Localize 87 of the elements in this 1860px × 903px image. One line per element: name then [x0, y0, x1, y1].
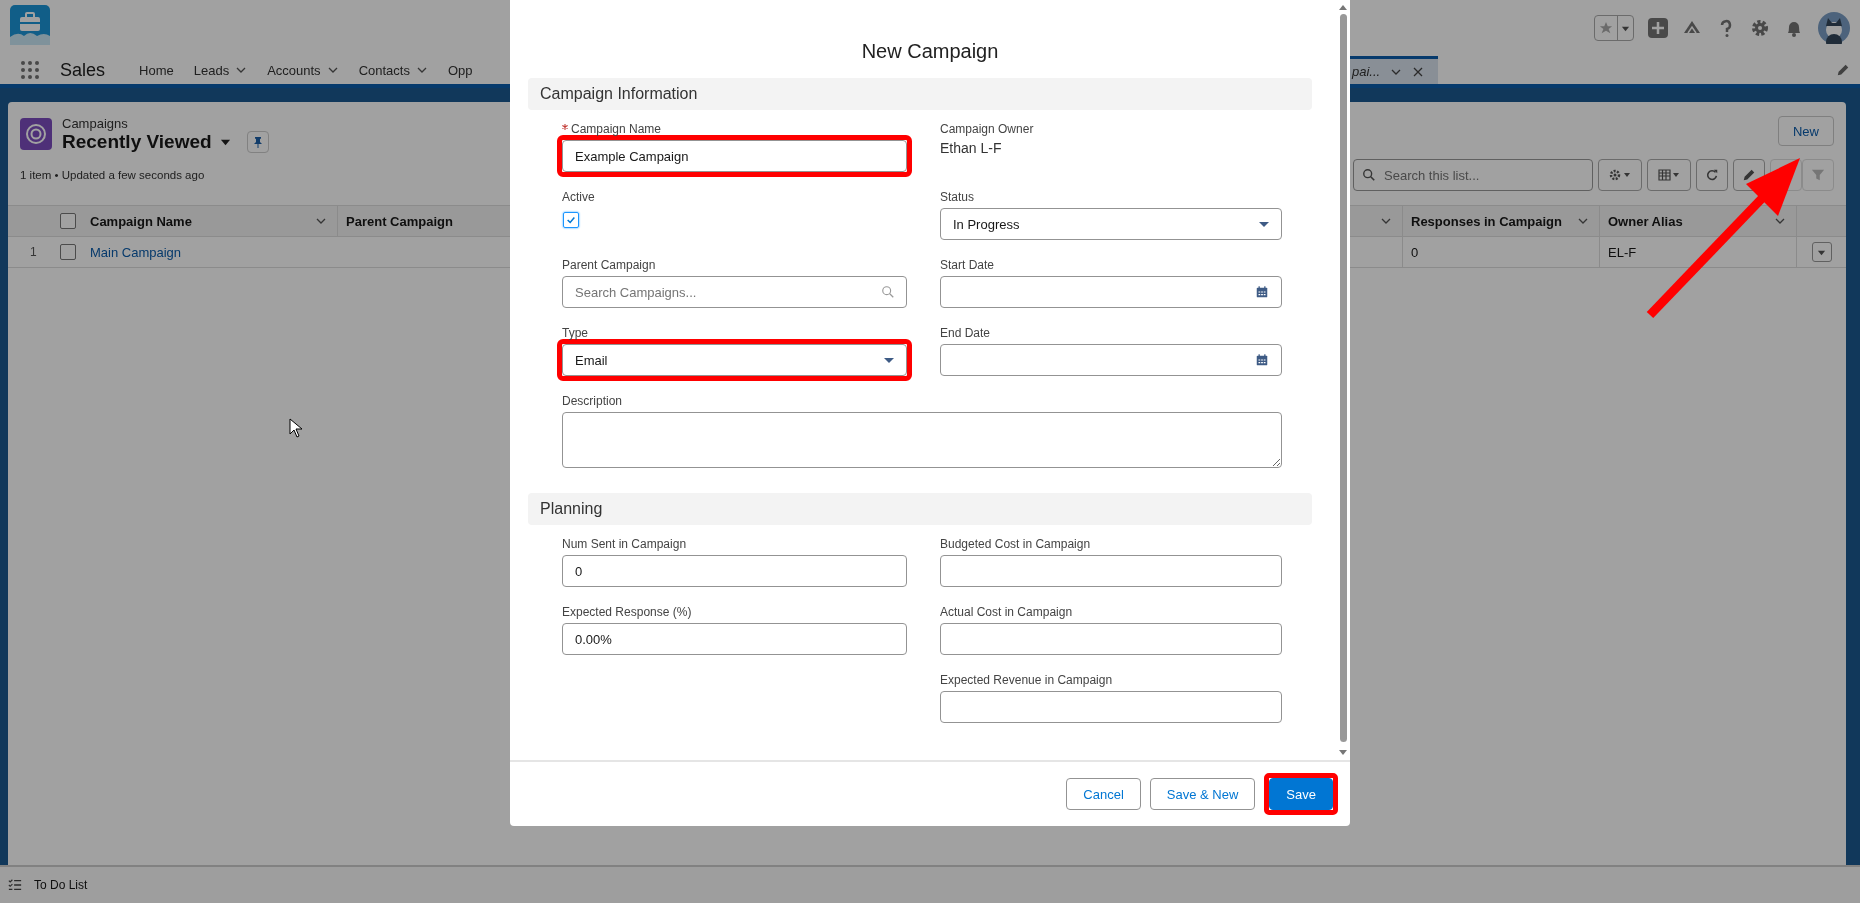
- column-header[interactable]: Campaign Name: [90, 213, 315, 229]
- field-label: Start Date: [940, 258, 995, 272]
- checkmark-icon: [566, 215, 576, 225]
- field-label: Expected Revenue in Campaign: [940, 673, 1113, 687]
- target-icon: [20, 118, 52, 150]
- input-field[interactable]: [940, 691, 1282, 723]
- app-name: Sales: [60, 59, 106, 81]
- modal-title: New Campaign: [861, 40, 999, 64]
- search-icon: [881, 285, 895, 299]
- object-name: Campaigns: [62, 116, 129, 131]
- edit-icon[interactable]: [1836, 63, 1850, 77]
- scrollbar-thumb[interactable]: [1339, 14, 1347, 742]
- column-header[interactable]: Responses in Campaign: [1411, 213, 1562, 229]
- column-header[interactable]: Owner Alias: [1608, 213, 1683, 229]
- nav-tab[interactable]: Home: [139, 62, 174, 78]
- date-field[interactable]: [940, 276, 1282, 308]
- cursor-icon: [289, 418, 303, 438]
- nav-tab[interactable]: Accounts: [267, 62, 321, 78]
- refresh-button[interactable]: [1696, 159, 1728, 191]
- scroll-down-icon[interactable]: [1339, 750, 1347, 756]
- input-field[interactable]: 0.00%: [562, 623, 907, 655]
- lookup-field[interactable]: Search Campaigns...: [562, 276, 907, 308]
- search-field[interactable]: Search this list...: [1353, 159, 1593, 191]
- avatar-icon[interactable]: [1818, 12, 1850, 44]
- field-label: Num Sent in Campaign: [562, 537, 687, 551]
- table-icon: [1657, 169, 1681, 181]
- footer-button[interactable]: Save: [1269, 778, 1333, 810]
- display-as-button[interactable]: [1647, 159, 1691, 191]
- search-icon: [1362, 168, 1376, 182]
- row-number: 1: [29, 245, 38, 259]
- app-launcher-icon[interactable]: [20, 60, 40, 80]
- checklist-icon[interactable]: [8, 878, 22, 892]
- row-actions-button[interactable]: [1811, 242, 1832, 262]
- field-label: Campaign Name: [571, 122, 662, 136]
- favorites-button[interactable]: [1594, 15, 1634, 41]
- record-link[interactable]: Main Campaign: [90, 244, 315, 260]
- dropdown-caret-icon: [1259, 219, 1269, 229]
- star-icon[interactable]: [1599, 21, 1613, 35]
- settings-button[interactable]: [1598, 159, 1642, 191]
- list-status: 1 item • Updated a few seconds ago: [20, 169, 205, 181]
- picklist-field[interactable]: Email: [562, 344, 907, 376]
- footer-button[interactable]: Save & New: [1149, 778, 1256, 810]
- date-field[interactable]: [940, 344, 1282, 376]
- field-label: Active: [562, 190, 595, 204]
- input-field[interactable]: 0: [562, 555, 907, 587]
- field-label: End Date: [940, 326, 991, 340]
- text-area[interactable]: [562, 412, 1282, 468]
- record-tab[interactable]: pai...: [1350, 56, 1439, 84]
- dropdown-caret-icon: [884, 355, 894, 365]
- nav-tab[interactable]: Opp: [447, 62, 473, 78]
- scroll-up-icon[interactable]: [1339, 4, 1347, 10]
- add-icon[interactable]: [1648, 18, 1668, 38]
- new-button[interactable]: New: [1778, 116, 1834, 146]
- utility-item[interactable]: To Do List: [34, 878, 88, 892]
- calendar-icon: [1255, 353, 1269, 367]
- close-icon[interactable]: [1412, 65, 1425, 78]
- field-label: Parent Campaign: [562, 258, 656, 272]
- gear-icon: [1608, 169, 1632, 181]
- field-label: Campaign Owner: [940, 122, 1034, 136]
- field-label: Budgeted Cost in Campaign: [940, 537, 1091, 551]
- nav-tab[interactable]: Leads: [193, 62, 230, 78]
- table-cell: 0: [1402, 237, 1599, 267]
- section-header[interactable]: Planning: [528, 493, 1312, 525]
- input-field[interactable]: Example Campaign: [562, 140, 907, 172]
- footer-button[interactable]: Cancel: [1066, 778, 1141, 810]
- field-label: Type: [562, 326, 588, 340]
- list-view-picker[interactable]: Recently Viewed: [62, 131, 212, 153]
- nav-tab[interactable]: Contacts: [358, 62, 410, 78]
- picklist-field[interactable]: In Progress: [940, 208, 1282, 240]
- field-label: Actual Cost in Campaign: [940, 605, 1073, 619]
- checkbox[interactable]: [563, 212, 579, 228]
- field-label: Expected Response (%): [562, 605, 692, 619]
- section-header[interactable]: Campaign Information: [528, 78, 1312, 110]
- input-field[interactable]: [940, 555, 1282, 587]
- select-all-checkbox[interactable]: [60, 213, 76, 229]
- field-label: Description: [562, 394, 623, 408]
- table-cell: EL-F: [1599, 237, 1796, 267]
- filter-icon: [1811, 168, 1825, 182]
- calendar-icon: [1255, 285, 1269, 299]
- field-value: Ethan L-F: [940, 140, 1003, 158]
- refresh-icon: [1705, 168, 1719, 182]
- pin-button[interactable]: [246, 131, 269, 153]
- pencil-icon: [1742, 168, 1756, 182]
- field-label: Status: [940, 190, 975, 204]
- row-checkbox[interactable]: [60, 244, 76, 260]
- settings-icon[interactable]: [1750, 18, 1770, 38]
- input-field[interactable]: [940, 623, 1282, 655]
